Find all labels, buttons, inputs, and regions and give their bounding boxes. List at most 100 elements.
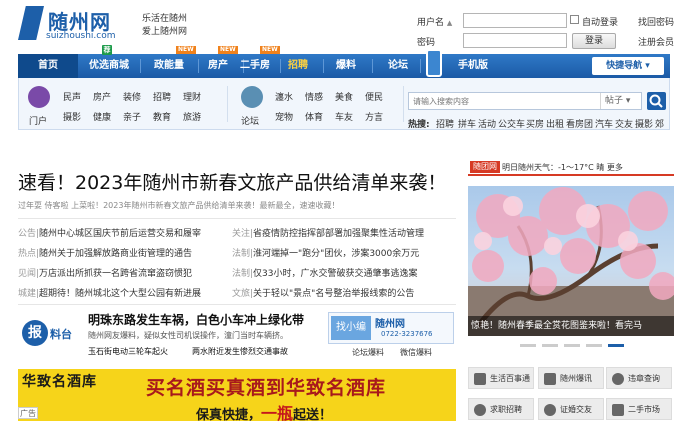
forum-link[interactable]: 车友 — [335, 110, 353, 123]
username-label: 用户名 ▲ — [417, 18, 453, 28]
hot-search-link[interactable]: 交友 — [615, 117, 633, 130]
hot-search-link[interactable]: 郊 — [655, 117, 664, 130]
ad-logo: 华致名酒库 — [22, 374, 97, 390]
featured-photo[interactable]: 惊艳！随州春季最全赏花图鉴来啦！看完马 — [468, 186, 674, 336]
nav-mobile[interactable]: 手机版 — [446, 54, 500, 78]
service-button[interactable]: 随州爆讯 — [538, 367, 604, 389]
auto-login-checkbox[interactable] — [570, 15, 579, 24]
news-item[interactable]: 见闻|万店派出所抓获一名跨省流窜盗窃惯犯 — [18, 266, 192, 279]
forum-label[interactable]: 论坛 — [241, 114, 259, 127]
news-item[interactable]: 关注|省疫情防控指挥部部署加强聚集性活动管理 — [232, 226, 424, 239]
service-button[interactable]: 二手市场 — [606, 398, 672, 420]
nav-jobs[interactable]: 招聘 — [280, 54, 316, 78]
hot-search-link[interactable]: 活动 — [478, 117, 496, 130]
market-icon — [612, 404, 624, 416]
hot-search-link[interactable]: 招聘 — [436, 117, 454, 130]
mobile-phone-icon — [426, 49, 442, 77]
service-button[interactable]: 证婚交友 — [538, 398, 604, 420]
auto-login-label: 自动登录 — [582, 18, 619, 28]
ad-tag: 广告 — [18, 407, 38, 419]
carousel-dot-active[interactable] — [608, 344, 624, 347]
nav-zhengnengliang[interactable]: 政能量 NEW — [140, 46, 198, 78]
nav-secondhand-house[interactable]: 二手房 NEW — [226, 46, 284, 78]
carousel-dot[interactable] — [564, 344, 580, 347]
nav-mall[interactable]: 优选商城荐 — [78, 45, 140, 78]
forum-link[interactable]: 宠物 — [275, 110, 293, 123]
portal-label[interactable]: 门户 — [29, 114, 47, 127]
login-button[interactable]: 登录 — [572, 33, 616, 49]
news-item[interactable]: 法制|淮河端掉一"跑分"团伙，涉案3000余万元 — [232, 246, 419, 259]
hot-search-link[interactable]: 公交车 — [498, 117, 525, 130]
nav-home[interactable]: 首页 — [18, 54, 78, 78]
forum-icon — [241, 86, 263, 108]
portal-link[interactable]: 装修 — [123, 90, 141, 103]
news-item[interactable]: 文旅|关于轻以"景点"名号整治举报线索的公告 — [232, 286, 414, 299]
hot-search-link[interactable]: 汽车 — [595, 117, 613, 130]
portal-link[interactable]: 旅游 — [183, 110, 201, 123]
forum-link[interactable]: 情感 — [305, 90, 323, 103]
wechat-baoliao-link[interactable]: 微信爆料 — [400, 347, 432, 358]
carousel-dot[interactable] — [542, 344, 558, 347]
logo-domain: suizhoushi.com — [46, 31, 116, 41]
password-input[interactable] — [463, 33, 567, 48]
username-input[interactable] — [463, 13, 567, 28]
portal-link[interactable]: 健康 — [93, 110, 111, 123]
hot-search-link[interactable]: 买房 — [526, 117, 544, 130]
headline[interactable]: 速看！2023年随州市新春文旅产品供给清单来袭！ — [18, 168, 446, 195]
baoliao-sub-link[interactable]: 玉石街电动三轮车起火 — [88, 346, 168, 357]
portal-link[interactable]: 房产 — [93, 90, 111, 103]
contact-editor-box[interactable]: 找小编 随州网 0722-3237676 — [328, 312, 454, 344]
hot-search-link[interactable]: 摄影 — [635, 117, 653, 130]
baoliao-badge-icon: 报 — [22, 320, 48, 346]
search-scope-select[interactable]: 帖子 ▾ — [600, 93, 640, 109]
weather-bar: 随团网 明日随州天气：-1～17°C 晴 更多 — [468, 158, 674, 176]
headline-summary: 过年耍 侍客啦 上菜啦！2023年随州市新春文旅产品供给清单来袭！最新最全，速速… — [18, 201, 340, 210]
blossom-tree-image — [468, 187, 674, 336]
portal-link[interactable]: 亲子 — [123, 110, 141, 123]
nav-baoliao[interactable]: 爆料 — [328, 54, 364, 78]
baoliao-sub-link[interactable]: 两水附近发生惨烈交通事故 — [192, 346, 288, 357]
job-icon — [474, 404, 486, 416]
new-tag: NEW — [218, 46, 238, 54]
nav-forum[interactable]: 论坛 — [380, 54, 416, 78]
hot-search-link[interactable]: 出租 — [546, 117, 564, 130]
register-link[interactable]: 注册会员 — [638, 35, 674, 48]
tuan-tag[interactable]: 随团网 — [470, 161, 500, 173]
portal-link[interactable]: 摄影 — [63, 110, 81, 123]
contact-brand: 随州网 — [375, 319, 405, 330]
search-button[interactable] — [647, 92, 666, 110]
forum-link[interactable]: 体育 — [305, 110, 323, 123]
forum-baoliao-link[interactable]: 论坛爆料 — [352, 347, 384, 358]
slogan-line-1: 乐活在随州 — [142, 14, 188, 24]
portal-link[interactable]: 教育 — [153, 110, 171, 123]
portal-link[interactable]: 民声 — [63, 90, 81, 103]
news-item[interactable]: 法制|仅33小时，广水交警破获交通肇事逃逸案 — [232, 266, 418, 279]
quick-nav-button[interactable]: 快捷导航 ▾ — [592, 57, 664, 75]
portal-link[interactable]: 理财 — [183, 90, 201, 103]
photo-caption[interactable]: 惊艳！随州春季最全赏花图鉴来啦！看完马 — [468, 316, 674, 336]
forum-link[interactable]: 便民 — [365, 90, 383, 103]
find-password-link[interactable]: 找回密码 — [638, 15, 674, 28]
ad-headline: 买名酒买真酒到华致名酒库 — [146, 377, 387, 399]
hot-search-link[interactable]: 看房团 — [566, 117, 593, 130]
service-button[interactable]: 求职招聘 — [468, 398, 534, 420]
news-item[interactable]: 城建|超期待！随州城北这个大型公园有新进展 — [18, 286, 201, 299]
weather-text[interactable]: 明日随州天气：-1～17°C 晴 更多 — [502, 162, 623, 173]
forum-link[interactable]: 方言 — [365, 110, 383, 123]
service-button[interactable]: 违章查询 — [606, 367, 672, 389]
find-editor-label: 找小编 — [331, 316, 371, 340]
carousel-dot[interactable] — [520, 344, 536, 347]
forum-link[interactable]: 美食 — [335, 90, 353, 103]
carousel-dot[interactable] — [586, 344, 602, 347]
baoliao-title[interactable]: 明珠东路发生车祸，白色小车冲上绿化带 — [88, 311, 304, 328]
hot-search-link[interactable]: 拼车 — [458, 117, 476, 130]
portal-link[interactable]: 招聘 — [153, 90, 171, 103]
forum-link[interactable]: 瀍水 — [275, 90, 293, 103]
site-logo[interactable]: 随州网 suizhoushi.com — [18, 6, 128, 42]
service-button[interactable]: 生活百事通 — [468, 367, 534, 389]
main-nav: 首页 优选商城荐 政能量 NEW 房产 NEW 二手房 NEW 招聘 爆料 论坛 手机… — [18, 45, 670, 78]
news-item[interactable]: 公告|随州中心城区国庆节前后运营交易和履宰 — [18, 226, 201, 239]
ad-banner[interactable]: 华致名酒库 买名酒买真酒到华致名酒库 保真快捷，一瓶起送！ 广告 — [18, 369, 456, 423]
new-tag: NEW — [176, 46, 196, 54]
news-item[interactable]: 热点|随州关于加强解放路商业街管理的通告 — [18, 246, 192, 259]
